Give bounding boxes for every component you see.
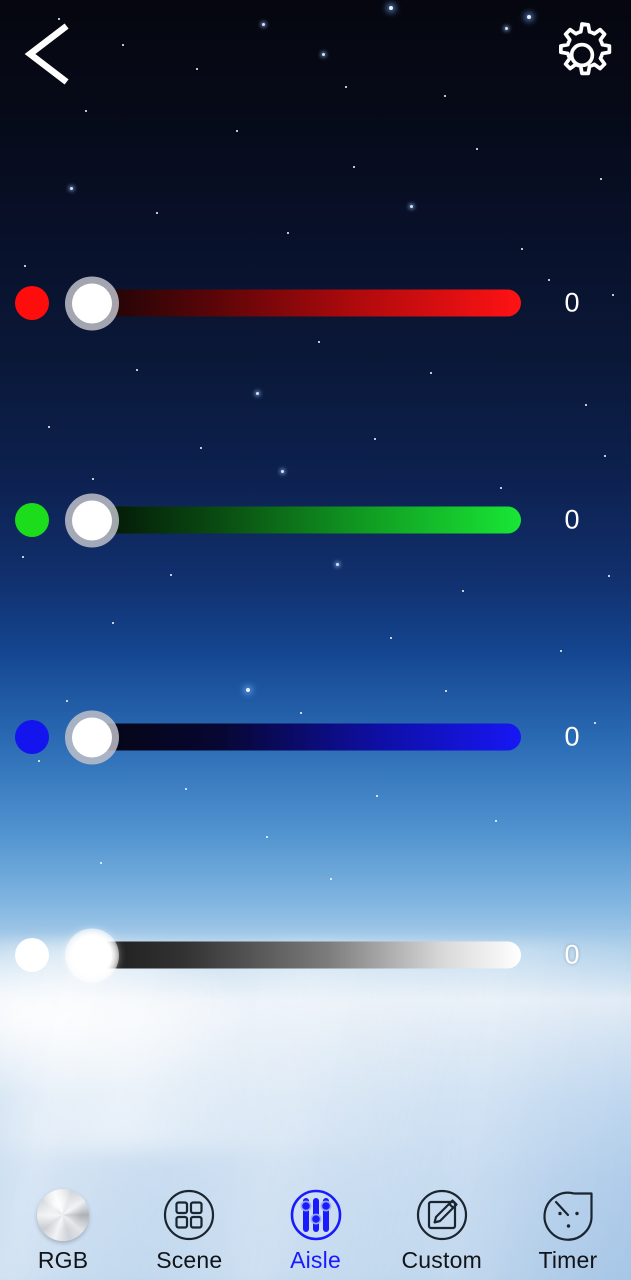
top-bar [0, 0, 631, 110]
green-slider-track[interactable] [92, 506, 521, 534]
pencil-edit-icon [415, 1188, 469, 1242]
app-screen: 0 0 0 0 RGB Scene Aisle Custom Timer [0, 0, 631, 1280]
red-slider-knob[interactable] [65, 276, 119, 330]
green-slider-track-area[interactable] [65, 493, 521, 547]
nav-item-scene[interactable]: Scene [126, 1184, 252, 1280]
nav-label-custom: Custom [401, 1247, 482, 1273]
timer-clock-icon [541, 1188, 595, 1242]
earth-cloud-band-secondary [0, 1000, 631, 1150]
settings-button[interactable] [545, 18, 619, 92]
nav-item-rgb[interactable]: RGB [0, 1184, 126, 1280]
nav-item-timer[interactable]: Timer [505, 1184, 631, 1280]
back-button[interactable] [8, 14, 88, 94]
white-slider-track[interactable] [92, 941, 521, 969]
white-color-dot [15, 938, 49, 972]
white-slider-knob[interactable] [65, 928, 119, 982]
gear-icon [558, 22, 612, 76]
slider-row-blue[interactable]: 0 [0, 707, 631, 767]
bottom-navigation: RGB Scene Aisle Custom Timer [0, 1184, 631, 1280]
slider-row-white[interactable]: 0 [0, 925, 631, 985]
nav-label-timer: Timer [538, 1247, 598, 1273]
color-wheel-icon [36, 1188, 90, 1242]
blue-slider-knob[interactable] [65, 710, 119, 764]
slider-row-red[interactable]: 0 [0, 273, 631, 333]
red-slider-track-area[interactable] [65, 276, 521, 330]
sliders-icon [289, 1188, 343, 1242]
blue-slider-value: 0 [564, 721, 580, 752]
nav-label-scene: Scene [156, 1247, 223, 1273]
red-color-dot [15, 286, 49, 320]
red-slider-value: 0 [564, 287, 580, 318]
green-slider-value: 0 [564, 504, 580, 535]
nav-label-aisle: Aisle [290, 1247, 341, 1273]
chevron-left-icon [24, 23, 69, 85]
blue-color-dot [15, 720, 49, 754]
nav-item-custom[interactable]: Custom [379, 1184, 505, 1280]
green-slider-knob[interactable] [65, 493, 119, 547]
blue-slider-track[interactable] [92, 723, 521, 751]
blue-slider-track-area[interactable] [65, 710, 521, 764]
white-slider-value: 0 [564, 939, 580, 970]
white-slider-track-area[interactable] [65, 928, 521, 982]
red-slider-track[interactable] [92, 289, 521, 317]
grid-squares-icon [162, 1188, 216, 1242]
nav-item-aisle[interactable]: Aisle [252, 1184, 378, 1280]
green-color-dot [15, 503, 49, 537]
nav-label-rgb: RGB [37, 1247, 89, 1273]
slider-row-green[interactable]: 0 [0, 490, 631, 550]
